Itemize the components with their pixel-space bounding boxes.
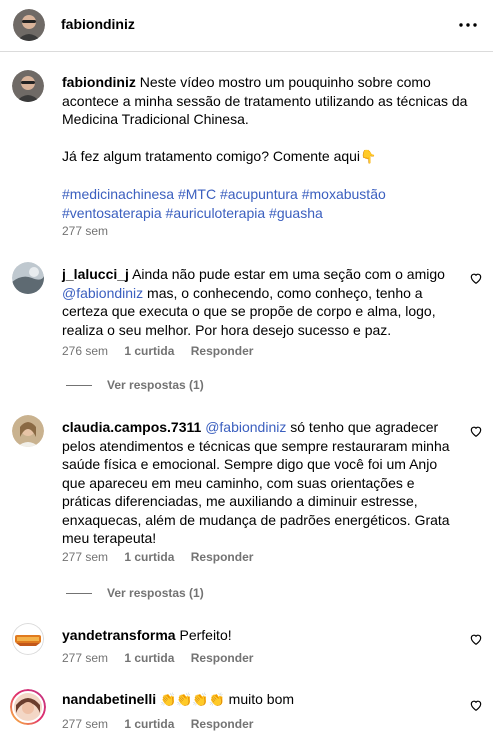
comment-meta: 276 sem 1 curtida Responder: [62, 344, 266, 358]
comment-meta: 277 sem 1 curtida Responder: [62, 550, 266, 564]
author-avatar[interactable]: [13, 9, 45, 41]
hashtags-line: #medicinachinesa #MTC #acupuntura #moxab…: [62, 185, 482, 204]
clapping-hands-emoji: 👏👏👏👏: [160, 692, 225, 707]
comment-line: realiza o seu melhor. Por hora desejo su…: [62, 321, 392, 338]
replies-divider-line: [66, 385, 92, 387]
caption-line: Neste vídeo mostro um pouquinho sobre co…: [139, 74, 431, 90]
comment-username[interactable]: claudia.campos.7311: [62, 419, 201, 435]
mention-link[interactable]: @fabiondiniz: [62, 285, 143, 301]
commenter-avatar[interactable]: [10, 689, 46, 725]
likes-count-link[interactable]: 1 curtida: [124, 717, 174, 731]
caption-question: Já fez algum tratamento comigo? Comente …: [62, 148, 361, 164]
comment-text: claudia.campos.7311 @fabiondiniz só tenh…: [62, 418, 462, 548]
likes-count-link[interactable]: 1 curtida: [124, 651, 174, 665]
comment-time: 276 sem: [62, 344, 109, 358]
commenter-avatar[interactable]: [12, 415, 44, 447]
replies-divider-line: [66, 593, 92, 595]
comment-line: só tenho que agradecer: [290, 419, 439, 435]
comment-line: certeza que executa o que se propõe de c…: [62, 303, 436, 319]
caption-line: acontece a minha sessão de tratamento ut…: [62, 92, 468, 109]
caption-text: fabiondiniz Neste vídeo mostro um pouqui…: [62, 73, 482, 222]
heart-outline-icon[interactable]: [469, 424, 483, 438]
comment-time: 277 sem: [62, 550, 109, 564]
hashtag-link[interactable]: #medicinachinesa: [62, 186, 174, 202]
comment-line: meu terapeuta!: [62, 530, 157, 546]
likes-count-link[interactable]: 1 curtida: [124, 344, 174, 358]
heart-outline-icon[interactable]: [469, 271, 483, 285]
hashtag-link[interactable]: #ventosaterapia: [62, 205, 162, 221]
comment-time: 277 sem: [62, 717, 109, 731]
commenter-avatar[interactable]: [12, 262, 44, 294]
comment-line: saúde física e emocional. Sempre digo qu…: [62, 456, 438, 472]
comment-line: mas, o conhecendo, como conheço, tenho a: [147, 284, 423, 301]
view-replies-button[interactable]: Ver respostas (1): [66, 586, 204, 600]
heart-outline-icon[interactable]: [469, 698, 483, 712]
hashtag-link[interactable]: #auriculoterapia: [166, 205, 266, 221]
comment-line: que apareceu em meu caminho, com suas or…: [62, 474, 415, 491]
hashtag-link[interactable]: #acupuntura: [220, 186, 298, 202]
comment-line: pelos atendimentos e técnicas que sempre…: [62, 437, 450, 454]
caption-meta: 277 sem: [62, 224, 121, 238]
heart-outline-icon[interactable]: [469, 632, 483, 646]
comment-body: Perfeito!: [179, 627, 232, 643]
comment-username[interactable]: j_lalucci_j: [62, 266, 129, 282]
mention-link[interactable]: @fabiondiniz: [205, 419, 286, 435]
comment-text: yandetransforma Perfeito!: [62, 626, 462, 645]
author-username[interactable]: fabiondiniz: [61, 16, 135, 32]
reply-button[interactable]: Responder: [191, 717, 254, 731]
comment-text: j_lalucci_j Ainda não pude estar em uma …: [62, 265, 462, 339]
reply-button[interactable]: Responder: [191, 651, 254, 665]
reply-button[interactable]: Responder: [191, 550, 254, 564]
comment-line: enxaquecas, além de mudança de padrões e…: [62, 511, 450, 528]
comment-meta: 277 sem 1 curtida Responder: [62, 717, 266, 731]
pointing-down-emoji: 👇: [360, 149, 377, 164]
hashtag-link[interactable]: #MTC: [178, 186, 216, 202]
commenter-avatar[interactable]: [12, 623, 44, 655]
comment-line: práticas diferenciadas, me auxiliando a …: [62, 493, 418, 509]
caption-username[interactable]: fabiondiniz: [62, 74, 136, 90]
more-options-icon[interactable]: [458, 15, 478, 35]
caption-line: Medicina Tradicional Chinesa.: [62, 111, 249, 127]
caption-time: 277 sem: [62, 224, 109, 238]
comment-time: 277 sem: [62, 651, 109, 665]
view-replies-button[interactable]: Ver respostas (1): [66, 378, 204, 392]
hashtags-line: #ventosaterapia #auriculoterapia #guasha: [62, 204, 482, 223]
comment-body: muito bom: [228, 691, 295, 707]
comment-username[interactable]: nandabetinelli: [62, 691, 156, 707]
likes-count-link[interactable]: 1 curtida: [124, 550, 174, 564]
view-replies-label: Ver respostas (1): [107, 586, 204, 600]
reply-button[interactable]: Responder: [191, 344, 254, 358]
comment-line: Ainda não pude estar em uma seção com o …: [132, 266, 445, 282]
hashtag-link[interactable]: #moxabustão: [302, 186, 386, 202]
view-replies-label: Ver respostas (1): [107, 378, 204, 392]
hashtag-link[interactable]: #guasha: [269, 205, 323, 221]
post-header: fabiondiniz: [0, 0, 493, 52]
comment-username[interactable]: yandetransforma: [62, 627, 176, 643]
comment-meta: 277 sem 1 curtida Responder: [62, 651, 266, 665]
comment-text: nandabetinelli 👏👏👏👏 muito bom: [62, 690, 462, 710]
author-avatar[interactable]: [12, 70, 44, 102]
